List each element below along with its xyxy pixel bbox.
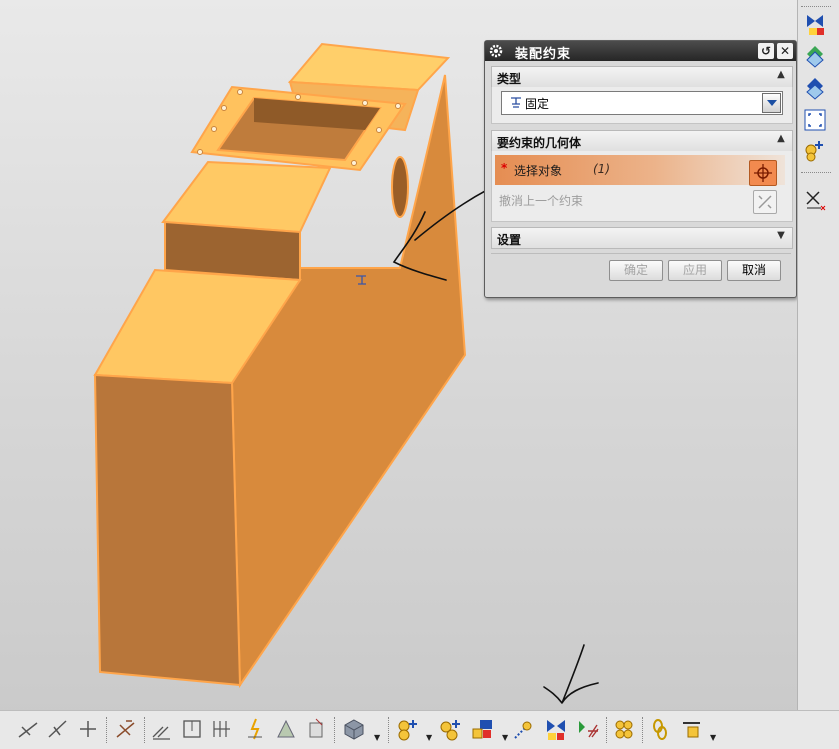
sketch-extend-icon[interactable] — [76, 717, 100, 741]
select-object-label: 选择对象 — [514, 164, 563, 178]
reset-icon[interactable]: ↺ — [758, 43, 774, 59]
dropdown-arrow-icon[interactable]: ▼ — [710, 733, 716, 742]
geometry-section-header[interactable]: 要约束的几何体 ▲ — [491, 130, 793, 152]
bottom-toolbar: ▼ ▼ ▼ ▼ — [0, 644, 839, 749]
parallel-constraint-icon[interactable] — [803, 76, 827, 100]
toolbar-separator — [606, 717, 608, 743]
constraint-type-value: 固定 — [525, 97, 550, 111]
undo-constraint-label: 撤消上一个约束 — [499, 194, 584, 208]
add-component-icon[interactable] — [803, 138, 827, 162]
undo-constraint-button[interactable] — [753, 190, 777, 214]
select-object-button[interactable] — [749, 160, 777, 186]
part-middle-top[interactable] — [161, 160, 332, 234]
undo-constraint-icon — [758, 195, 772, 209]
settings-section-label: 设置 — [497, 233, 522, 247]
select-object-count: (1) — [593, 162, 610, 176]
toolbar-separator — [106, 717, 108, 743]
dropdown-arrow-icon[interactable]: ▼ — [502, 733, 508, 742]
toolbar-separator — [334, 717, 336, 743]
close-icon[interactable]: ✕ — [777, 43, 793, 59]
dialog-title: 装配约束 — [515, 47, 572, 62]
toolbar-separator — [144, 717, 146, 743]
type-section-body: 固定 — [491, 87, 793, 124]
reposition-icon[interactable] — [576, 717, 600, 741]
type-section-label: 类型 — [497, 72, 522, 86]
remove-constraint-icon[interactable] — [803, 188, 827, 212]
fixed-constraint-icon — [511, 97, 521, 108]
annotation-arrow-stroke — [543, 644, 599, 704]
crosshair-icon — [754, 164, 772, 182]
collapse-chevron-icon[interactable]: ▲ — [774, 69, 788, 83]
dialog-title-bar[interactable]: 装配约束 ↺ ✕ — [485, 41, 796, 62]
ok-button[interactable]: 确定 — [609, 260, 663, 281]
settings-section-header[interactable]: 设置 ▼ — [491, 227, 793, 249]
wave-linker-icon[interactable] — [648, 717, 672, 741]
shaded-cube-icon[interactable] — [342, 717, 366, 741]
right-toolbar — [797, 0, 839, 710]
geometry-section-body: * 选择对象 (1) 撤消上一个约束 — [491, 151, 793, 222]
dropdown-arrow-icon[interactable]: ▼ — [374, 733, 380, 742]
dropdown-arrow-icon[interactable] — [762, 93, 781, 113]
toolbar-separator — [801, 6, 831, 8]
type-section-header[interactable]: 类型 ▲ — [491, 66, 793, 88]
measure-icon[interactable] — [210, 717, 234, 741]
dropdown-arrow-icon[interactable]: ▼ — [426, 733, 432, 742]
apply-button[interactable]: 应用 — [668, 260, 722, 281]
assembly-constraints-dialog[interactable]: 装配约束 ↺ ✕ 类型 ▲ 固定 要约束的几何体 ▲ * 选择对象 (1) 撤消… — [484, 40, 797, 298]
cancel-button[interactable]: 取消 — [727, 260, 781, 281]
angle-constraint-icon[interactable] — [803, 44, 827, 68]
undo-constraint-row[interactable]: 撤消上一个约束 — [495, 189, 785, 214]
constraint-type-select[interactable]: 固定 — [501, 91, 783, 115]
datum-plane-icon[interactable] — [180, 717, 204, 741]
dialog-divider — [491, 253, 791, 254]
sketch-corner-icon[interactable] — [114, 717, 138, 741]
required-asterisk: * — [501, 161, 508, 175]
toolbar-separator — [801, 172, 831, 174]
explode-view-icon[interactable] — [612, 717, 636, 741]
sequence-icon[interactable] — [680, 717, 704, 741]
explode-icon[interactable] — [304, 717, 328, 741]
fit-view-icon[interactable] — [803, 108, 827, 132]
toolbar-separator — [642, 717, 644, 743]
touch-align-constraint-icon[interactable] — [803, 12, 827, 36]
part-side-hole[interactable] — [391, 156, 409, 218]
part-front-face[interactable] — [93, 373, 242, 687]
section-icon[interactable] — [150, 717, 174, 741]
expand-chevron-icon[interactable]: ▼ — [774, 230, 788, 244]
render-icon[interactable] — [274, 717, 298, 741]
add-component-icon[interactable] — [396, 717, 420, 741]
mirror-icon[interactable] — [244, 717, 268, 741]
sketch-line-icon[interactable] — [16, 717, 40, 741]
toolbar-separator — [388, 717, 390, 743]
gear-icon — [489, 44, 503, 58]
new-component-icon[interactable] — [438, 717, 462, 741]
collapse-chevron-icon[interactable]: ▲ — [774, 133, 788, 147]
select-object-row[interactable]: * 选择对象 (1) — [495, 155, 785, 186]
create-array-icon[interactable] — [470, 717, 494, 741]
assembly-constraints-icon[interactable] — [544, 717, 568, 741]
move-component-icon[interactable] — [512, 717, 536, 741]
sketch-trim-icon[interactable] — [46, 717, 70, 741]
geometry-section-label: 要约束的几何体 — [497, 136, 582, 150]
